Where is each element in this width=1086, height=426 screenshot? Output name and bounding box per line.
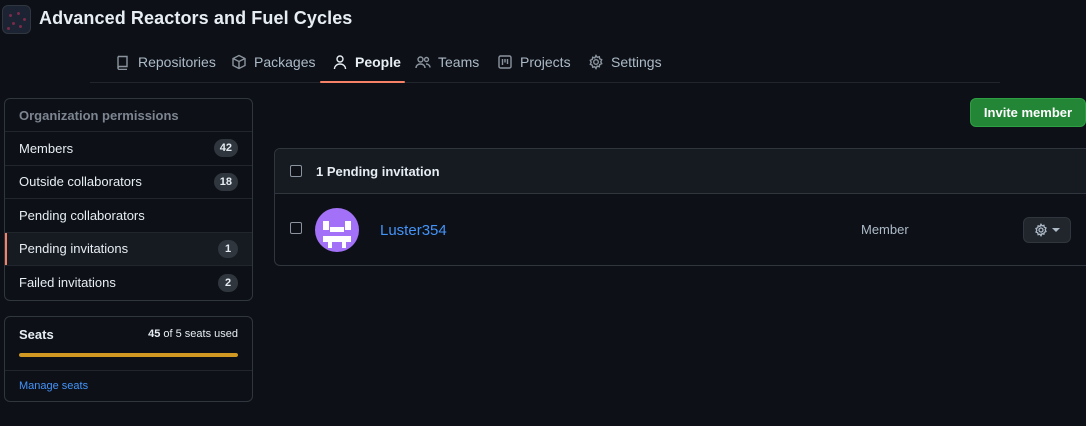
org-header: Advanced Reactors and Fuel Cycles Reposi… <box>0 0 1086 84</box>
seats-progress-bar <box>19 352 238 357</box>
seats-progress-fill <box>19 352 238 357</box>
sidebar-item-label: Members <box>19 140 74 156</box>
tab-label: People <box>355 54 401 70</box>
username-link[interactable]: Luster354 <box>380 222 447 239</box>
sidebar-item-label: Failed invitations <box>19 275 116 291</box>
tab-label: Repositories <box>138 54 216 70</box>
count-badge: 1 <box>218 239 238 258</box>
active-tab-underline <box>320 81 405 83</box>
sidebar-item-failed-invitations[interactable]: Failed invitations 2 <box>5 266 252 300</box>
seats-used-suffix: of 5 seats used <box>163 328 238 340</box>
tab-label: Settings <box>611 54 662 70</box>
row-settings-button[interactable] <box>1023 217 1071 243</box>
tab-settings[interactable]: Settings <box>588 41 662 83</box>
row-checkbox[interactable] <box>290 222 302 234</box>
count-badge: 2 <box>218 273 238 292</box>
sidebar-item-pending-collaborators[interactable]: Pending collaborators <box>5 199 252 233</box>
chevron-down-icon <box>1052 228 1060 232</box>
sidebar-item-outside-collaborators[interactable]: Outside collaborators 18 <box>5 166 252 199</box>
permissions-sidebar: Organization permissions Members 42 Outs… <box>4 98 253 402</box>
tab-teams[interactable]: Teams <box>415 41 479 83</box>
project-icon <box>498 55 512 69</box>
avatar[interactable] <box>315 208 359 252</box>
org-avatar-icon[interactable] <box>2 5 31 34</box>
tab-projects[interactable]: Projects <box>497 41 571 83</box>
select-all-checkbox[interactable] <box>290 165 302 177</box>
tab-label: Packages <box>254 54 316 70</box>
tab-label: Teams <box>438 54 480 70</box>
gear-icon <box>589 54 603 70</box>
sidebar-item-pending-invitations[interactable]: Pending invitations 1 <box>5 232 252 266</box>
sidebar-item-label: Pending invitations <box>19 241 129 257</box>
org-nav: Repositories Packages People Teams Proje… <box>90 41 1000 83</box>
tab-packages[interactable]: Packages <box>231 41 315 83</box>
people-icon <box>415 56 431 69</box>
permissions-menu: Organization permissions Members 42 Outs… <box>4 98 253 301</box>
sidebar-item-label: Outside collaborators <box>19 174 142 190</box>
invite-member-button[interactable]: Invite member <box>970 98 1086 127</box>
count-badge: 42 <box>213 139 238 158</box>
manage-seats-link[interactable]: Manage seats <box>19 380 88 392</box>
list-header-label: 1 Pending invitation <box>316 163 440 179</box>
gear-icon <box>1035 223 1047 237</box>
tab-repositories[interactable]: Repositories <box>115 41 216 83</box>
permissions-header: Organization permissions <box>5 99 252 132</box>
list-item: Luster354 Member <box>275 194 1086 265</box>
list-header: 1 Pending invitation <box>275 149 1086 194</box>
sidebar-item-label: Pending collaborators <box>19 207 145 223</box>
org-title[interactable]: Advanced Reactors and Fuel Cycles <box>39 8 352 29</box>
package-icon <box>232 54 246 70</box>
tab-label: Projects <box>520 54 571 70</box>
repo-icon <box>117 55 128 70</box>
seats-used-count: 45 <box>148 328 161 340</box>
sidebar-item-members[interactable]: Members 42 <box>5 132 252 166</box>
role-label: Member <box>861 222 909 237</box>
seats-title: Seats <box>19 326 54 342</box>
seats-panel: Seats 45 of 5 seats used Manage seats <box>4 315 253 402</box>
count-badge: 18 <box>213 172 238 191</box>
tab-people[interactable]: People <box>332 41 401 83</box>
pending-invitations-list: 1 Pending invitation Luster354 Member <box>274 148 1086 266</box>
person-icon <box>333 55 347 70</box>
seats-used: 45 of 5 seats used <box>148 328 238 340</box>
